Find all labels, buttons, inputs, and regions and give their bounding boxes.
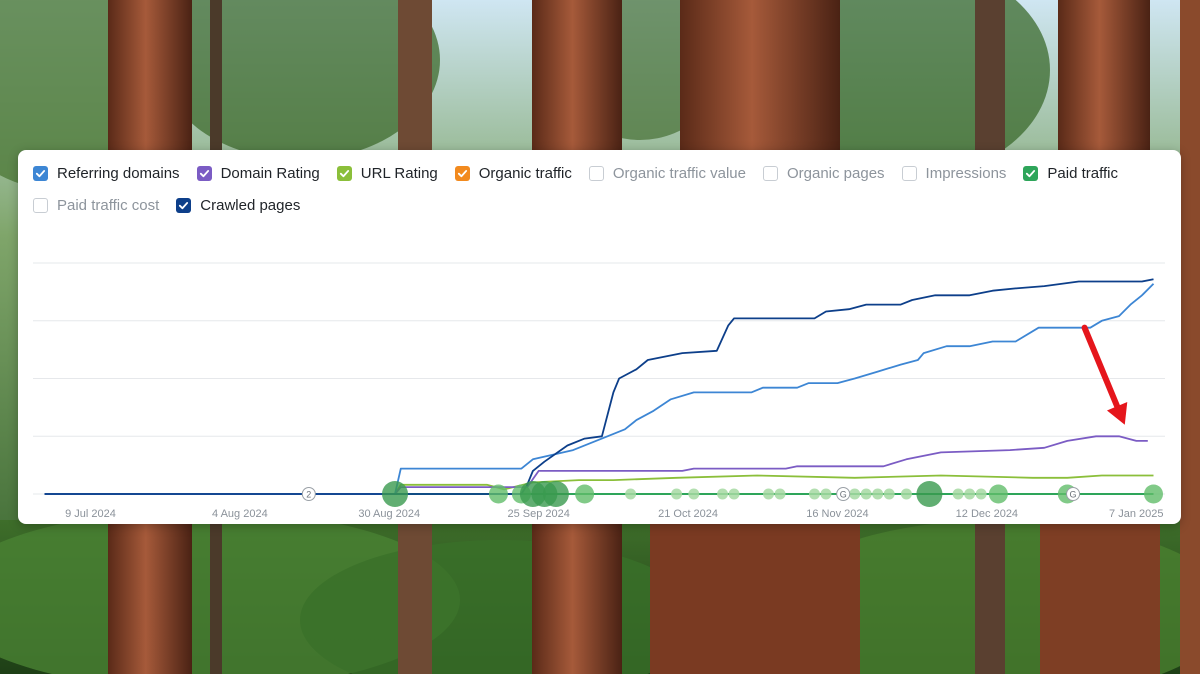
legend-toggle-domain-rating[interactable]: Domain Rating xyxy=(196,164,320,182)
legend-checkbox[interactable] xyxy=(33,197,48,213)
paid-traffic-dot[interactable] xyxy=(774,488,786,500)
legend-label: Impressions xyxy=(925,164,1007,182)
legend-label: Crawled pages xyxy=(200,196,301,214)
legend-checkbox[interactable] xyxy=(454,165,470,181)
paid-traffic-dot[interactable] xyxy=(820,488,832,500)
series-line-domain-rating xyxy=(44,435,1148,495)
annotation-marker[interactable]: G xyxy=(1066,487,1081,501)
paid-traffic-dot[interactable] xyxy=(916,481,943,507)
x-tick-label: 7 Jan 2025 xyxy=(1109,508,1163,520)
chart-legend: Referring domains Domain Rating URL Rating… xyxy=(33,164,1163,214)
paid-traffic-dot[interactable] xyxy=(849,488,861,500)
checkmark-icon xyxy=(199,169,209,177)
paid-traffic-dot[interactable] xyxy=(964,488,976,500)
annotation-marker[interactable]: 2 xyxy=(301,487,316,501)
legend-checkbox[interactable] xyxy=(762,165,778,181)
paid-traffic-dot[interactable] xyxy=(671,488,683,500)
legend-toggle-paid-traffic-cost[interactable]: Paid traffic cost xyxy=(33,196,159,214)
paid-traffic-dot[interactable] xyxy=(382,481,409,507)
legend-checkbox[interactable] xyxy=(176,197,192,213)
checkmark-icon xyxy=(1026,169,1036,177)
paid-traffic-dot[interactable] xyxy=(625,488,637,500)
x-tick-label: 12 Dec 2024 xyxy=(956,508,1018,520)
checkmark-icon xyxy=(457,169,467,177)
legend-label: Organic pages xyxy=(786,164,885,182)
paid-traffic-dot[interactable] xyxy=(883,488,895,500)
metrics-line-chart: 9 Jul 2024 4 Aug 2024 30 Aug 2024 25 Sep 20… xyxy=(33,262,1165,520)
legend-toggle-organic-pages[interactable]: Organic pages xyxy=(762,164,885,182)
paid-traffic-dot[interactable] xyxy=(808,488,820,500)
legend-toggle-crawled-pages[interactable]: Crawled pages xyxy=(176,196,300,214)
legend-checkbox[interactable] xyxy=(901,165,917,181)
legend-checkbox[interactable] xyxy=(1023,165,1039,181)
legend-label: Organic traffic xyxy=(478,164,572,182)
paid-traffic-dot[interactable] xyxy=(952,488,964,500)
paid-traffic-dot[interactable] xyxy=(688,488,700,500)
paid-traffic-dot[interactable] xyxy=(988,484,1008,504)
checkmark-icon xyxy=(339,169,349,177)
legend-checkbox[interactable] xyxy=(196,165,212,181)
legend-label: Paid traffic cost xyxy=(57,196,160,214)
paid-traffic-dot[interactable] xyxy=(900,488,912,500)
x-tick-label: 21 Oct 2024 xyxy=(658,508,718,520)
legend-checkbox[interactable] xyxy=(336,165,352,181)
backlink-metrics-chart-card: Referring domains Domain Rating URL Rating… xyxy=(18,150,1181,524)
x-tick-label: 30 Aug 2024 xyxy=(358,508,420,520)
x-tick-label: 16 Nov 2024 xyxy=(806,508,868,520)
red-highlight-arrow xyxy=(1081,324,1128,425)
annotation-marker-label: 2 xyxy=(306,490,311,500)
legend-label: Referring domains xyxy=(57,164,180,182)
paid-traffic-dot[interactable] xyxy=(872,488,884,500)
legend-checkbox[interactable] xyxy=(33,165,48,181)
paid-traffic-dot[interactable] xyxy=(542,481,569,507)
series-line-url-rating xyxy=(44,474,1154,495)
paid-traffic-dot[interactable] xyxy=(763,488,775,500)
x-tick-label: 9 Jul 2024 xyxy=(65,508,116,520)
legend-toggle-impressions[interactable]: Impressions xyxy=(901,164,1007,182)
paid-traffic-dot[interactable] xyxy=(575,484,595,504)
legend-label: Paid traffic xyxy=(1047,164,1118,182)
legend-toggle-organic-traffic-value[interactable]: Organic traffic value xyxy=(588,164,746,182)
legend-toggle-paid-traffic[interactable]: Paid traffic xyxy=(1023,164,1118,182)
x-tick-label: 25 Sep 2024 xyxy=(507,508,569,520)
paid-traffic-dot[interactable] xyxy=(717,488,729,500)
paid-traffic-dot[interactable] xyxy=(488,484,508,504)
series-line-referring-domains xyxy=(44,283,1155,495)
legend-toggle-organic-traffic[interactable]: Organic traffic xyxy=(454,164,572,182)
legend-label: Organic traffic value xyxy=(612,164,746,182)
annotation-marker-label: G xyxy=(1070,490,1077,500)
checkmark-icon xyxy=(179,201,189,209)
legend-checkbox[interactable] xyxy=(588,165,604,181)
series-line-crawled-pages xyxy=(44,278,1154,495)
annotation-marker-label: G xyxy=(840,490,847,500)
paid-traffic-dot[interactable] xyxy=(1144,484,1164,504)
legend-label: Domain Rating xyxy=(220,164,320,182)
legend-toggle-url-rating[interactable]: URL Rating xyxy=(336,164,438,182)
x-tick-label: 4 Aug 2024 xyxy=(212,508,268,520)
legend-label: URL Rating xyxy=(360,164,438,182)
legend-toggle-referring-domains[interactable]: Referring domains xyxy=(33,164,180,182)
arrow-shaft xyxy=(1081,324,1121,410)
checkmark-icon xyxy=(35,169,46,177)
annotation-marker[interactable]: G xyxy=(836,487,851,501)
paid-traffic-dot[interactable] xyxy=(728,488,740,500)
paid-traffic-dot[interactable] xyxy=(860,488,872,500)
paid-traffic-dot[interactable] xyxy=(975,488,987,500)
